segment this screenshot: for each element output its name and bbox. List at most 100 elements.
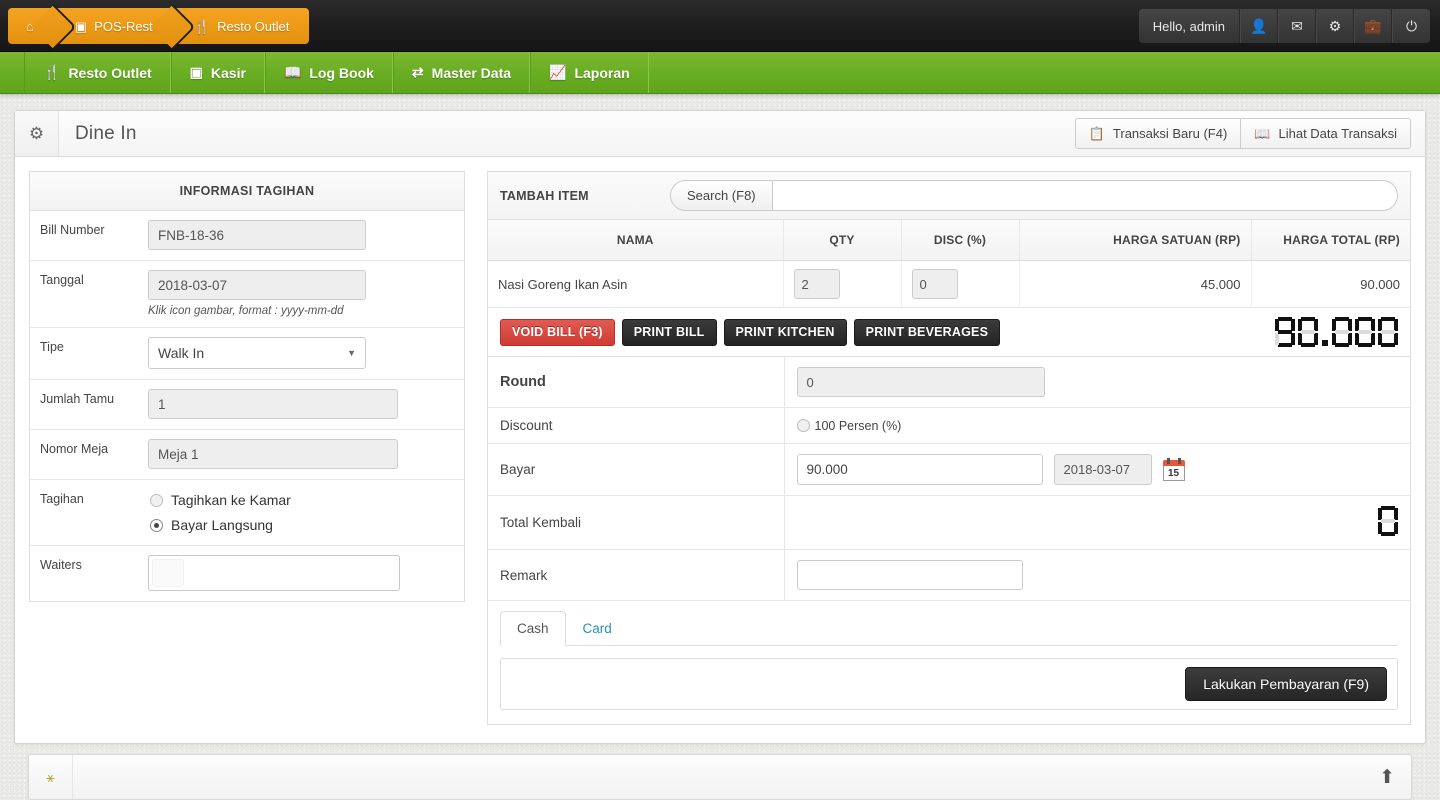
lakukan-pembayaran-button[interactable]: Lakukan Pembayaran (F9): [1185, 667, 1387, 701]
tagihan-radio-langsung[interactable]: Bayar Langsung: [150, 517, 452, 533]
field-row-nomor-meja: Nomor Meja Meja 1: [30, 430, 464, 480]
transaksi-baru-label: Transaksi Baru (F4): [1112, 126, 1228, 141]
total-kembali-value: [1378, 506, 1398, 536]
column-header-disc: DISC (%): [901, 220, 1020, 261]
panel-header: ⚙ Dine In 📋 Transaksi Baru (F4) 📖 Lihat …: [15, 111, 1425, 157]
cutlery-icon: 🍴: [193, 18, 211, 34]
tagihan-radio-kamar[interactable]: Tagihkan ke Kamar: [150, 492, 452, 508]
discount-cell: 100 Persen (%): [784, 407, 1410, 444]
nav-label-kasir: Kasir: [210, 64, 246, 81]
bayar-cell: 90.000 2018-03-07 15: [784, 443, 1410, 496]
bayar-input[interactable]: 90.000: [796, 454, 1043, 485]
field-row-tipe: Tipe Walk In ▼: [30, 328, 464, 380]
gear-icon[interactable]: ⚙: [1316, 9, 1354, 43]
nav-label-master-data: Master Data: [431, 64, 512, 81]
breadcrumb-item-resto-outlet[interactable]: 🍴 Resto Outlet: [177, 8, 310, 44]
remark-cell: [784, 549, 1410, 601]
round-cell: 0: [784, 357, 1410, 408]
home-icon: ⌂: [26, 18, 34, 34]
cash-register-icon: ▣: [189, 64, 203, 80]
tambah-item-header: TAMBAH ITEM Search (F8): [488, 172, 1410, 220]
tambah-item-title: TAMBAH ITEM: [500, 188, 589, 203]
discount-radio-100-persen[interactable]: 100 Persen (%): [796, 419, 1399, 433]
content-wrap: ⚙ Dine In 📋 Transaksi Baru (F4) 📖 Lihat …: [0, 94, 1440, 800]
search-button[interactable]: Search (F8): [670, 180, 773, 211]
cash-tab-pane: Lakukan Pembayaran (F9): [500, 658, 1398, 710]
tanggal-hint: Klik icon gambar, format : yyyy-mm-dd: [148, 305, 344, 317]
tanggal-input[interactable]: 2018-03-07: [148, 270, 366, 300]
remark-input[interactable]: [796, 560, 1023, 590]
envelope-icon[interactable]: ✉: [1278, 9, 1316, 43]
nav-item-resto-outlet[interactable]: 🍴 Resto Outlet: [24, 52, 171, 93]
key-icon: ⚹: [29, 755, 73, 799]
qty-input[interactable]: 2: [793, 269, 840, 299]
waiters-input[interactable]: [148, 555, 400, 591]
cell-disc: 0: [901, 260, 1020, 308]
breadcrumb-item-home[interactable]: ⌂: [8, 8, 59, 44]
waiters-label: Waiters: [40, 558, 82, 572]
tab-card[interactable]: Card: [566, 611, 629, 646]
search-input[interactable]: [772, 180, 1398, 211]
user-icon[interactable]: 👤: [1240, 9, 1278, 43]
cutlery-icon: 🍴: [43, 64, 61, 80]
print-bill-button[interactable]: PRINT BILL: [621, 318, 717, 346]
total-kembali-cell: [784, 495, 1410, 550]
field-row-tagihan: Tagihan Tagihkan ke Kamar Bayar Langsung: [30, 480, 464, 546]
main-nav: 🍴 Resto Outlet ▣ Kasir 📖 Log Book ⇄ Mast…: [0, 52, 1440, 94]
lihat-data-transaksi-button[interactable]: 📖 Lihat Data Transaksi: [1241, 118, 1411, 149]
grand-total-display: [1275, 317, 1398, 347]
radio-unchecked-icon: [796, 419, 810, 432]
transaksi-baru-button[interactable]: 📋 Transaksi Baru (F4): [1074, 118, 1242, 149]
nomor-meja-input[interactable]: Meja 1: [148, 439, 398, 469]
scroll-to-top-button[interactable]: ⬆: [1379, 766, 1411, 789]
waiters-token-field[interactable]: [152, 559, 184, 587]
nav-item-kasir[interactable]: ▣ Kasir: [170, 52, 265, 93]
payment-table: Round 0 Discount 100 Persen (%) Bayar 90…: [488, 357, 1410, 601]
table-row[interactable]: Nasi Goreng Ikan Asin 2 0 45.000 90.000: [488, 260, 1410, 308]
briefcase-icon[interactable]: 💼: [1354, 9, 1392, 43]
discount-label: Discount: [488, 407, 785, 444]
tab-cash[interactable]: Cash: [500, 611, 566, 646]
tambah-item-card: TAMBAH ITEM Search (F8) NAMA QTY DISC (%…: [487, 171, 1411, 725]
column-header-harga-total: HARGA TOTAL (RP): [1251, 220, 1410, 261]
nomor-meja-label: Nomor Meja: [40, 442, 109, 456]
print-kitchen-button[interactable]: PRINT KITCHEN: [723, 318, 847, 346]
total-kembali-label: Total Kembali: [488, 495, 785, 550]
chart-icon: 📈: [549, 64, 567, 80]
column-header-qty: QTY: [783, 220, 902, 261]
print-beverages-button[interactable]: PRINT BEVERAGES: [853, 318, 1001, 346]
field-row-jumlah-tamu: Jumlah Tamu 1: [30, 380, 464, 430]
tanggal-label: Tanggal: [40, 273, 84, 287]
disc-input[interactable]: 0: [911, 269, 958, 299]
calendar-icon[interactable]: 15: [1162, 458, 1185, 481]
round-input[interactable]: 0: [796, 367, 1045, 397]
field-row-waiters: Waiters: [30, 546, 464, 601]
footer-bar: ⚹ ⬆: [28, 754, 1412, 800]
tagihan-label: Tagihan: [40, 492, 84, 506]
bayar-label: Bayar: [488, 443, 785, 496]
gear-icon: ⚙: [15, 111, 59, 156]
payment-method-tabs: Cash Card: [488, 601, 1410, 646]
power-icon[interactable]: ⏻: [1392, 9, 1430, 43]
void-bill-button[interactable]: VOID BILL (F3): [500, 318, 615, 346]
bill-number-label: Bill Number: [40, 223, 105, 237]
nav-item-laporan[interactable]: 📈 Laporan: [530, 52, 649, 93]
nav-label-log-book: Log Book: [309, 64, 374, 81]
items-action-bar: VOID BILL (F3) PRINT BILL PRINT KITCHEN …: [488, 308, 1410, 357]
nav-label-resto-outlet: Resto Outlet: [68, 64, 152, 81]
breadcrumb-item-pos-resto[interactable]: ▣ POS-Resto: [58, 8, 178, 44]
tagihan-langsung-label: Bayar Langsung: [171, 517, 273, 533]
tipe-select[interactable]: Walk In ▼: [148, 337, 366, 369]
book-icon: 📖: [283, 64, 302, 80]
book-open-icon: 📖: [1254, 125, 1271, 141]
items-table-header-row: NAMA QTY DISC (%) HARGA SATUAN (RP) HARG…: [488, 220, 1410, 261]
bill-number-input[interactable]: FNB-18-36: [148, 220, 366, 250]
jumlah-tamu-input[interactable]: 1: [148, 389, 398, 419]
nav-item-master-data[interactable]: ⇄ Master Data: [392, 52, 531, 93]
bayar-date-input[interactable]: 2018-03-07: [1053, 454, 1152, 485]
nav-item-log-book[interactable]: 📖 Log Book: [264, 52, 393, 93]
radio-checked-icon: [150, 518, 163, 532]
tipe-label: Tipe: [40, 340, 64, 354]
payment-row-round: Round 0: [488, 357, 1410, 408]
cell-qty: 2: [783, 260, 902, 308]
